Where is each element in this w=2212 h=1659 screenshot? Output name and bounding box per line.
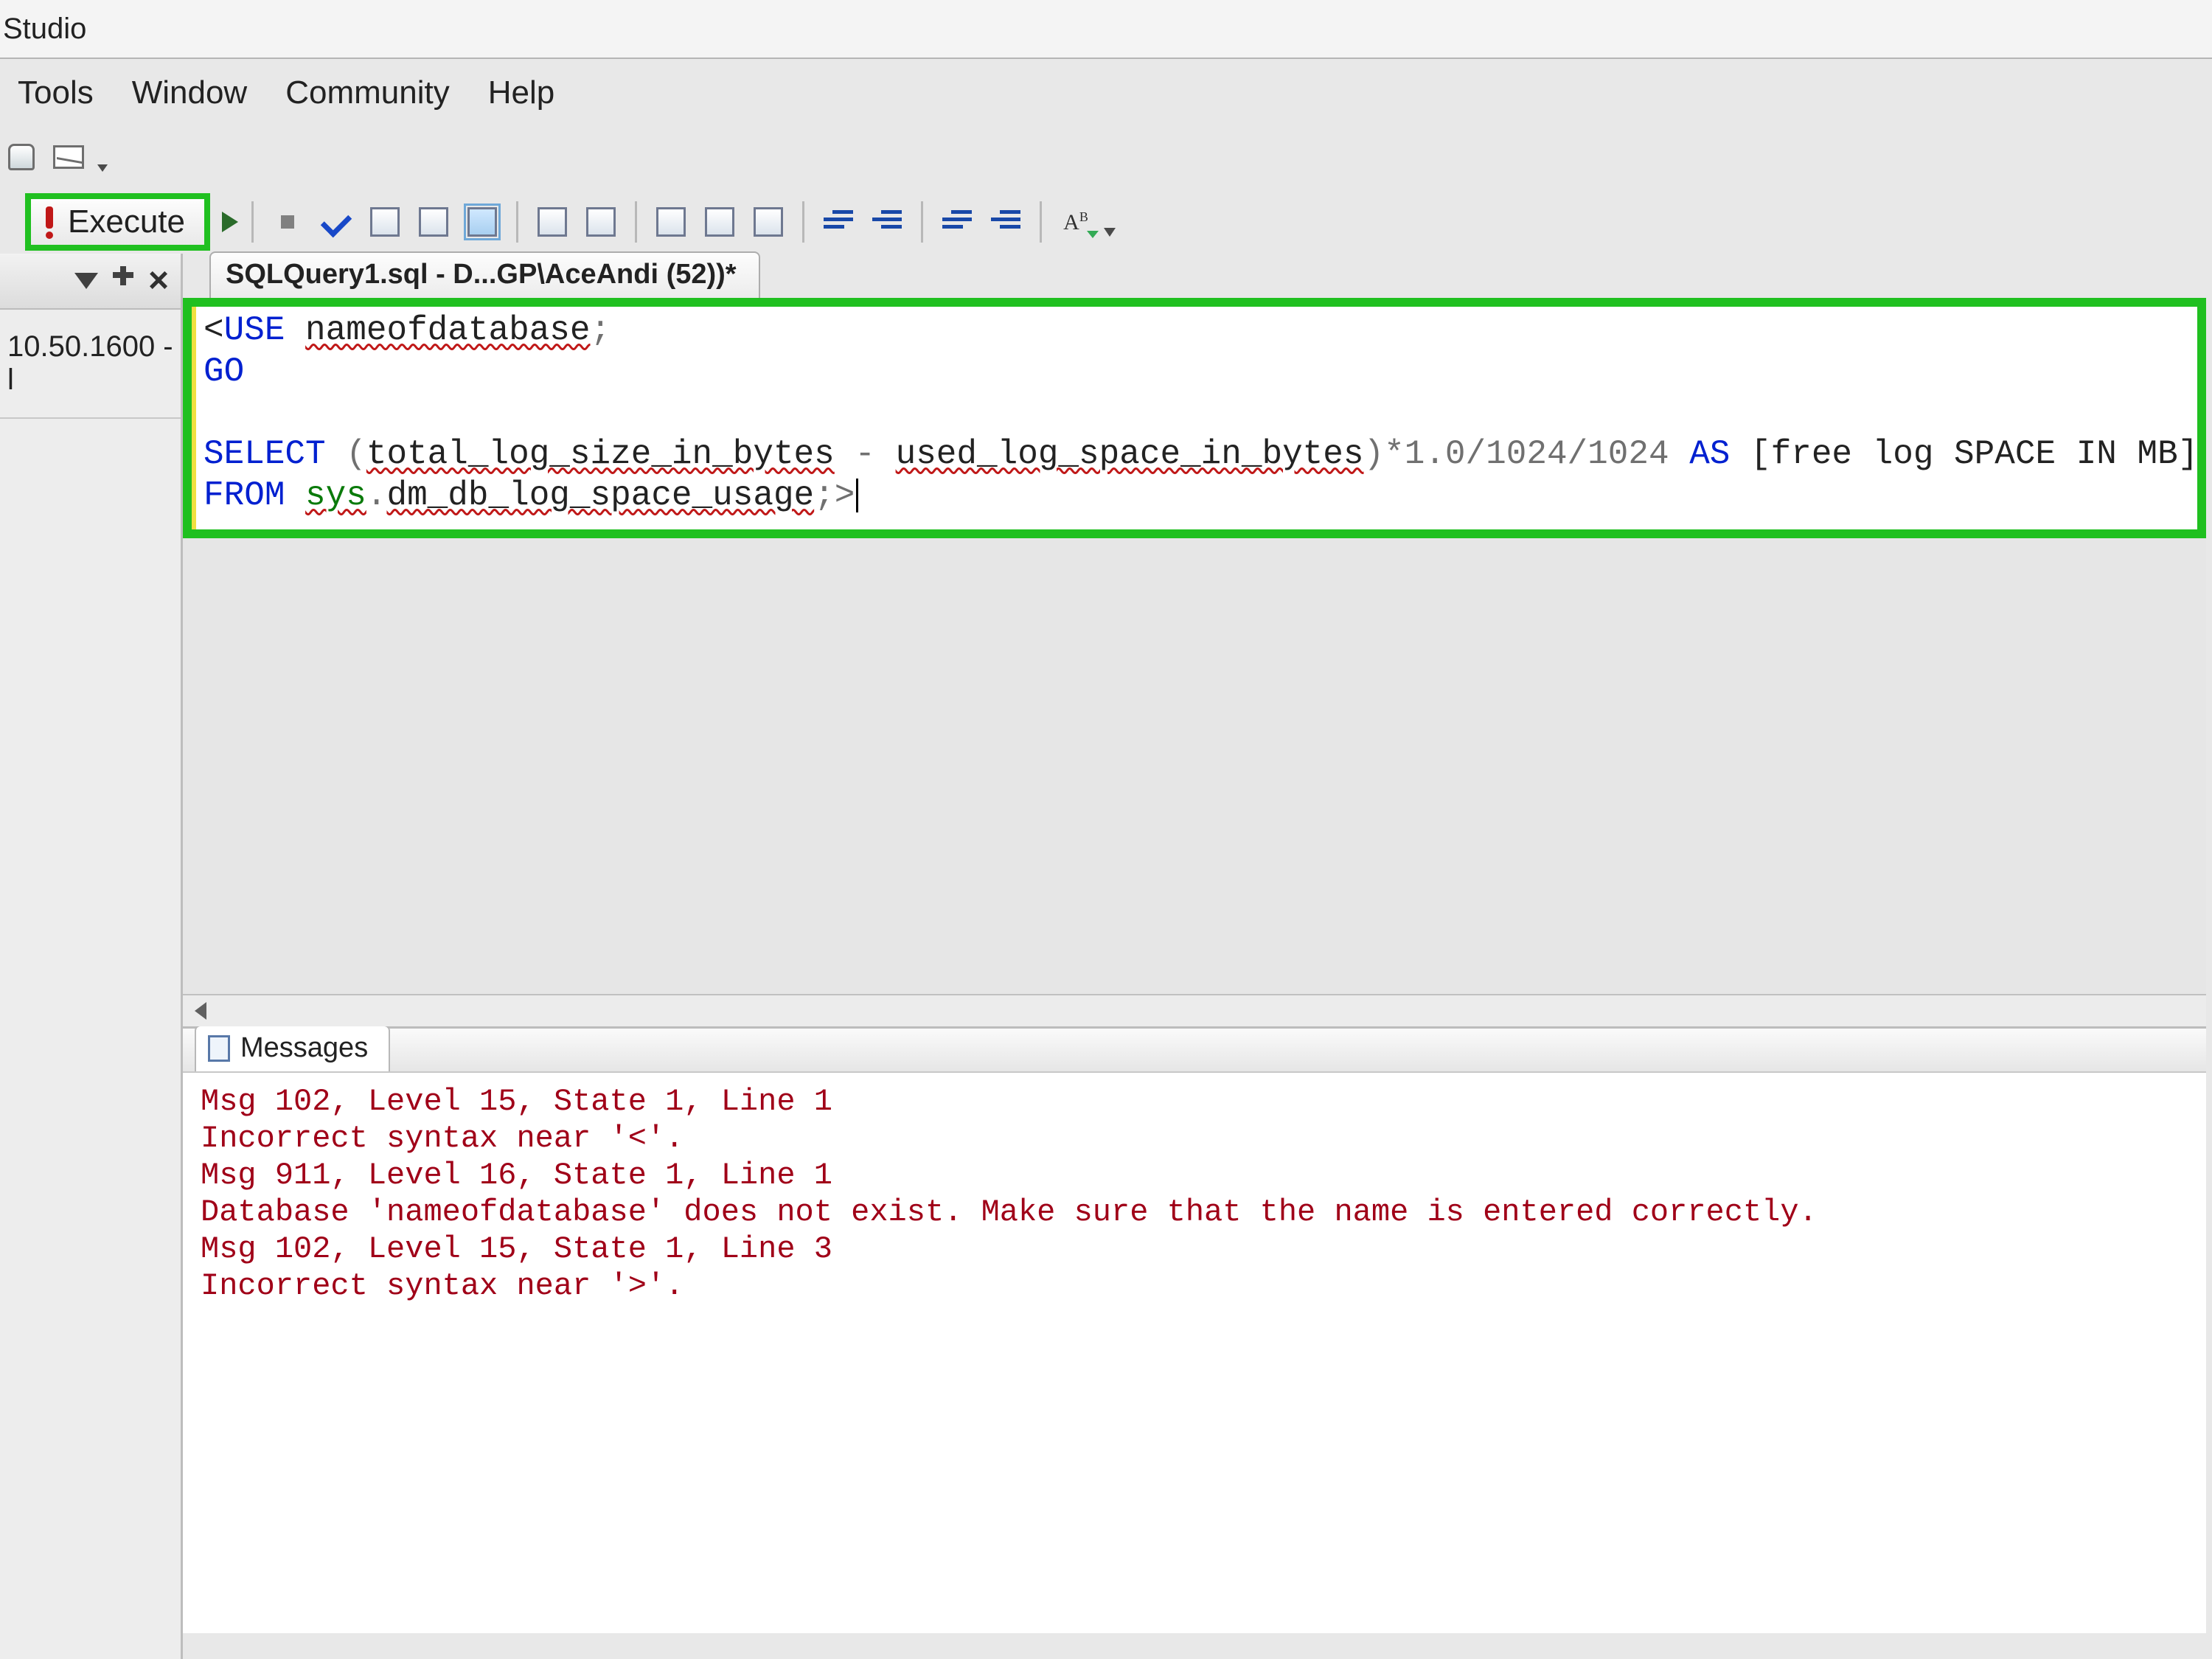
panel-header: × xyxy=(0,254,181,310)
toolbar-overflow-icon[interactable] xyxy=(97,142,108,172)
t: < xyxy=(204,311,224,349)
kw-go: GO xyxy=(204,352,244,391)
object-explorer-panel: × 10.50.1600 - l xyxy=(0,254,183,1659)
menu-community[interactable]: Community xyxy=(285,74,450,111)
execute-button[interactable]: Execute xyxy=(25,193,210,251)
outdent-lines-button[interactable] xyxy=(936,201,978,243)
messages-output[interactable]: Msg 102, Level 15, State 1, Line 1 Incor… xyxy=(183,1073,2206,1633)
messages-tab-label: Messages xyxy=(240,1032,368,1064)
kw-use: USE xyxy=(224,311,285,349)
include-plan-button[interactable] xyxy=(532,201,573,243)
execute-label: Execute xyxy=(68,204,185,240)
menu-window[interactable]: Window xyxy=(132,74,248,111)
horizontal-scrollbar[interactable] xyxy=(183,994,2206,1026)
db-name: nameofdatabase xyxy=(305,311,590,349)
sql-code[interactable]: <USE nameofdatabase; GO SELECT (total_lo… xyxy=(196,307,2205,529)
toolbar-standard xyxy=(0,133,177,181)
ident-total: total_log_size_in_bytes xyxy=(366,435,835,473)
separator xyxy=(516,201,518,243)
messages-pane: Messages Msg 102, Level 15, State 1, Lin… xyxy=(183,1026,2206,1633)
exclamation-icon xyxy=(41,205,58,239)
toolbar-sql: Execute AB xyxy=(0,190,2212,254)
title-bar: Studio xyxy=(0,0,2212,59)
intellisense-button[interactable]: AB xyxy=(1055,201,1096,243)
main-area: SQLQuery1.sql - D...GP\AceAndi (52))* <U… xyxy=(183,254,2206,1659)
sql-editor[interactable]: <USE nameofdatabase; GO SELECT (total_lo… xyxy=(183,298,2206,538)
t: - xyxy=(835,435,896,473)
t xyxy=(1730,435,1750,473)
decrease-indent-button[interactable] xyxy=(818,201,859,243)
view-name: dm_db_log_space_usage xyxy=(386,476,814,515)
dropdown-icon[interactable] xyxy=(74,273,98,289)
editor-empty-area xyxy=(183,538,2206,1026)
document-tab-strip: SQLQuery1.sql - D...GP\AceAndi (52))* xyxy=(183,254,2206,298)
specify-values-button[interactable] xyxy=(748,201,789,243)
stop-button[interactable] xyxy=(267,201,308,243)
kw-select: SELECT xyxy=(204,435,326,473)
t: . xyxy=(366,476,387,515)
menu-tools[interactable]: Tools xyxy=(18,74,94,111)
msg-line: Msg 102, Level 15, State 1, Line 3 xyxy=(201,1231,832,1267)
t xyxy=(326,435,347,473)
document-tab[interactable]: SQLQuery1.sql - D...GP\AceAndi (52))* xyxy=(209,251,760,298)
results-tab-strip: Messages xyxy=(183,1029,2206,1073)
display-plan-button[interactable] xyxy=(364,201,406,243)
msg-line: Incorrect syntax near '>'. xyxy=(201,1268,684,1304)
t: ( xyxy=(346,435,366,473)
separator xyxy=(802,201,804,243)
comment-button[interactable] xyxy=(650,201,692,243)
msg-line: Msg 102, Level 15, State 1, Line 1 xyxy=(201,1084,832,1119)
kw-as: AS xyxy=(1689,435,1730,473)
parse-check-button[interactable] xyxy=(316,201,357,243)
alias: [free log SPACE IN MB] xyxy=(1750,435,2198,473)
t: ) xyxy=(1364,435,1385,473)
menu-bar: Tools Window Community Help xyxy=(0,63,2212,122)
separator xyxy=(635,201,637,243)
separator xyxy=(251,201,254,243)
schema-sys: sys xyxy=(305,476,366,515)
msg-line: Database 'nameofdatabase' does not exist… xyxy=(201,1194,1818,1230)
uncomment-button[interactable] xyxy=(699,201,740,243)
results-to-grid-button[interactable] xyxy=(462,201,503,243)
t xyxy=(285,311,305,349)
include-stats-button[interactable] xyxy=(580,201,622,243)
t: > xyxy=(835,476,855,515)
close-icon[interactable]: × xyxy=(148,271,169,292)
t: ; xyxy=(814,476,835,515)
scroll-left-icon[interactable] xyxy=(187,998,214,1024)
separator xyxy=(1040,201,1042,243)
kw-from: FROM xyxy=(204,476,285,515)
msg-line: Msg 911, Level 16, State 1, Line 1 xyxy=(201,1158,832,1193)
text-cursor xyxy=(856,479,858,512)
app-title: Studio xyxy=(3,13,86,46)
t: *1.0/1024/1024 xyxy=(1384,435,1689,473)
database-icon[interactable] xyxy=(3,139,40,175)
pin-icon[interactable] xyxy=(113,266,133,296)
indent-lines-button[interactable] xyxy=(985,201,1026,243)
messages-tab[interactable]: Messages xyxy=(195,1025,390,1071)
increase-indent-button[interactable] xyxy=(866,201,908,243)
t xyxy=(285,476,305,515)
debug-play-icon[interactable] xyxy=(222,212,238,232)
ident-used: used_log_space_in_bytes xyxy=(896,435,1364,473)
toolbar-overflow-icon[interactable] xyxy=(1104,201,1116,243)
menu-help[interactable]: Help xyxy=(488,74,555,111)
messages-icon xyxy=(208,1035,230,1062)
t: ; xyxy=(591,311,611,349)
msg-line: Incorrect syntax near '<'. xyxy=(201,1121,684,1156)
mail-icon[interactable] xyxy=(50,139,87,175)
separator xyxy=(921,201,923,243)
server-label: 10.50.1600 - l xyxy=(0,310,181,419)
query-options-button[interactable] xyxy=(413,201,454,243)
